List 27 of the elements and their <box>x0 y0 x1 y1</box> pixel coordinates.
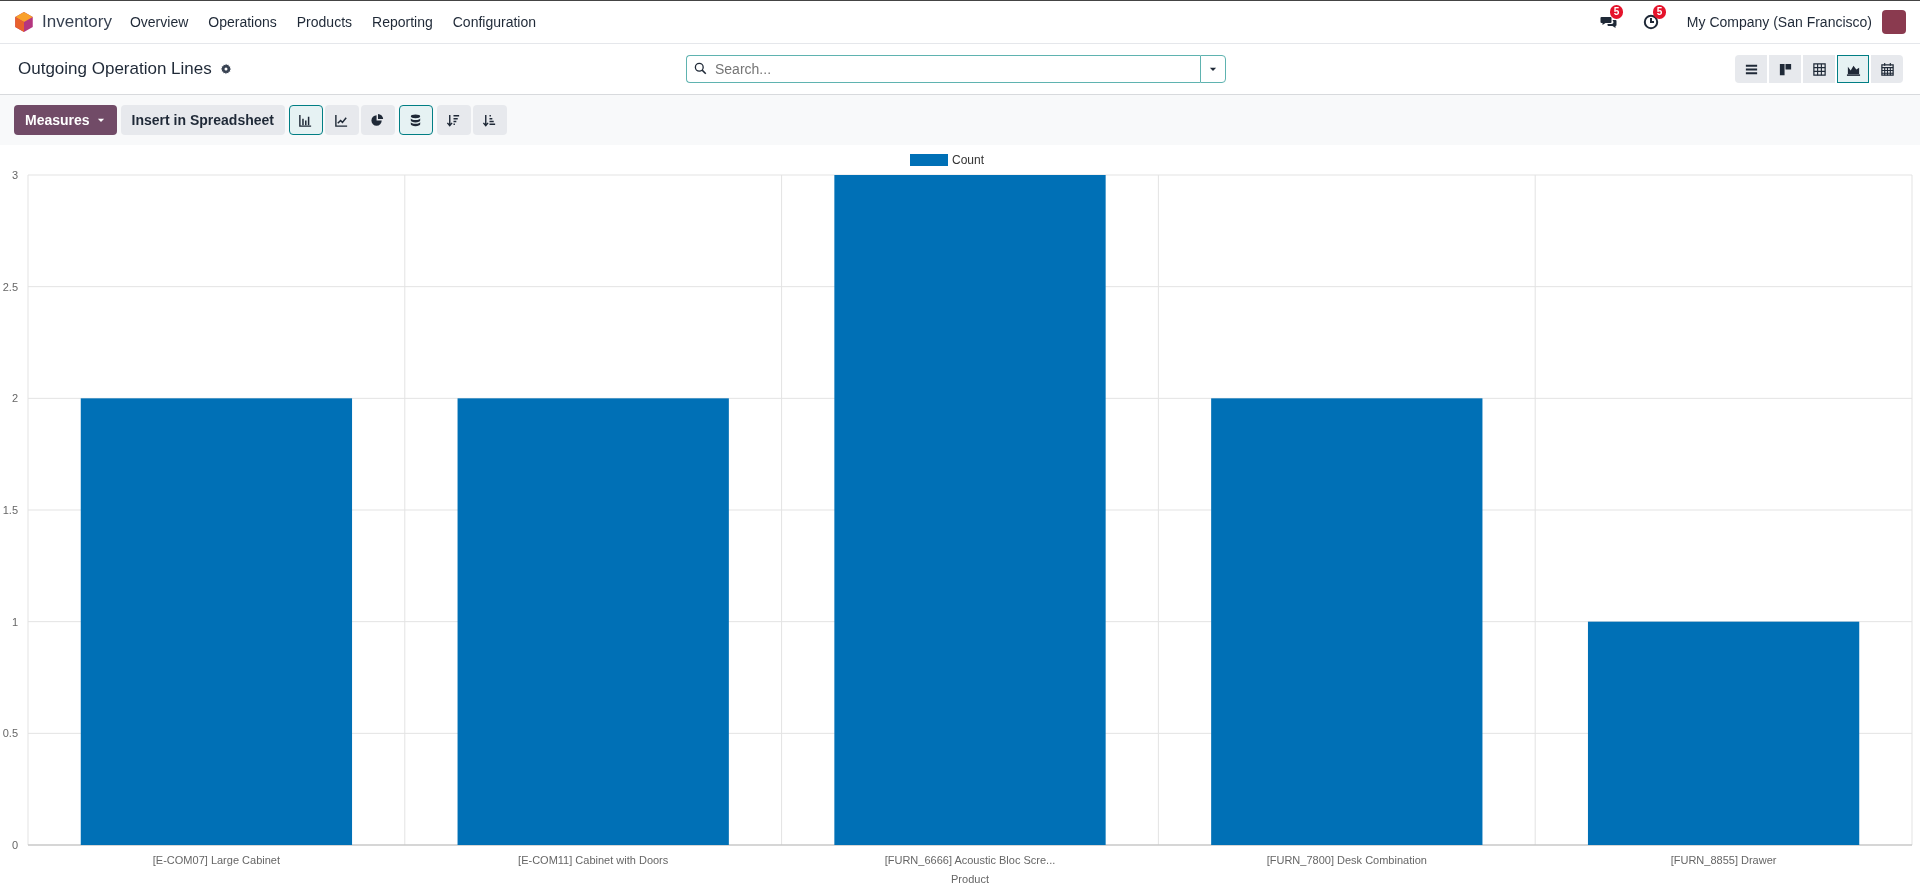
y-axis-label: 3 <box>11 169 18 181</box>
x-axis-label: [FURN_8855] Drawer <box>1670 854 1777 866</box>
menu-item[interactable]: Reporting <box>372 14 433 30</box>
y-axis-label: 2 <box>11 392 18 405</box>
activity-count: 5 <box>1652 5 1667 19</box>
y-axis-label: 2.5 <box>2 280 18 293</box>
menu-item[interactable]: Operations <box>208 14 277 30</box>
search-field[interactable]: Search... <box>686 55 1200 83</box>
measures-button[interactable]: Measures <box>14 105 117 135</box>
x-axis-title: Product <box>951 873 989 885</box>
x-axis-label: [E-COM11] Cabinet with Doors <box>518 854 669 866</box>
menu-item[interactable]: Overview <box>129 14 189 30</box>
y-axis-label: 0.5 <box>2 727 18 740</box>
company-name[interactable]: My Company (San Francisco) <box>1686 14 1872 30</box>
x-axis-label: [E-COM07] Large Cabinet <box>152 854 280 866</box>
menu-item[interactable]: Configuration <box>452 14 536 30</box>
legend-label[interactable]: Count <box>952 153 985 167</box>
menu-item[interactable]: Products <box>296 14 353 30</box>
insert-in-spreadsheet-button[interactable]: Insert in Spreadsheet <box>120 105 285 135</box>
y-axis-label: 1.5 <box>2 504 18 516</box>
x-axis-label: [FURN_6666] Acoustic Bloc Scre... <box>884 854 1056 866</box>
app-name[interactable]: Inventory <box>42 12 112 32</box>
x-axis-label: [FURN_7800] Desk Combination <box>1266 854 1427 866</box>
y-axis-label: 0 <box>11 839 18 851</box>
message-count: 5 <box>1609 5 1624 19</box>
page-title: Outgoing Operation Lines <box>18 59 212 79</box>
y-axis-label: 1 <box>11 615 18 628</box>
